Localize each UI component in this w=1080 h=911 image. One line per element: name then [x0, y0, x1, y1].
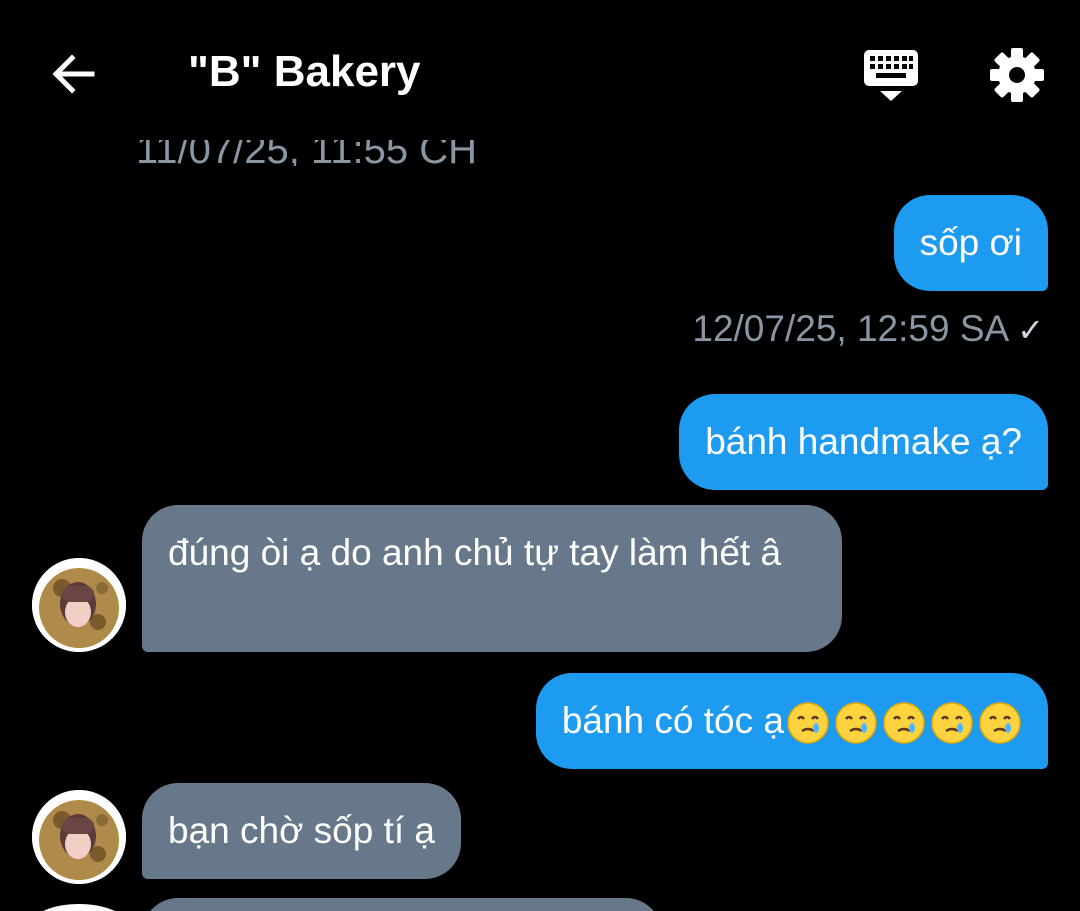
chat-header: "B" Bakery [0, 0, 1080, 140]
outgoing-message[interactable]: sốp ơi [893, 195, 1048, 291]
message-text: sốp ơi [919, 222, 1022, 263]
avatar[interactable] [32, 558, 126, 652]
gear-icon [990, 48, 1044, 102]
settings-button[interactable] [986, 44, 1048, 106]
incoming-message[interactable]: đúng òi ạ do anh chủ tự tay làm hết â [142, 505, 842, 652]
outgoing-message[interactable]: bánh handmake ạ? [679, 394, 1048, 490]
chat-title: "B" Bakery [188, 47, 421, 96]
emoji-row [786, 701, 1022, 745]
avatar-image [32, 790, 126, 884]
avatar[interactable] [32, 790, 126, 884]
keyboard-button[interactable] [860, 46, 922, 104]
chat-screen: "B" Bakery 11/07/25, 11:55 CH sốp ơi 12/… [0, 0, 1080, 911]
incoming-message-partial[interactable] [142, 898, 662, 911]
message-text: đúng òi ạ do anh chủ tự tay làm hết â [168, 532, 782, 573]
face-holding-back-tears-icon [787, 702, 829, 744]
keyboard-icon [864, 50, 918, 101]
outgoing-message[interactable]: bánh có tóc ạ [535, 673, 1048, 770]
face-holding-back-tears-icon [979, 702, 1021, 744]
back-button[interactable] [46, 46, 102, 102]
message-timestamp: 12/07/25, 12:59 SA ✓ [692, 308, 1044, 349]
avatar-image [32, 558, 126, 652]
message-text: bánh có tóc ạ [561, 700, 784, 741]
face-holding-back-tears-icon [931, 702, 973, 744]
message-text: bạn chờ sốp tí ạ [168, 810, 435, 851]
face-holding-back-tears-icon [883, 702, 925, 744]
check-icon: ✓ [1017, 312, 1044, 348]
incoming-message[interactable]: bạn chờ sốp tí ạ [142, 783, 461, 879]
face-holding-back-tears-icon [835, 702, 877, 744]
arrow-left-icon [52, 54, 95, 94]
message-text: bánh handmake ạ? [705, 421, 1022, 462]
avatar[interactable] [32, 904, 126, 911]
